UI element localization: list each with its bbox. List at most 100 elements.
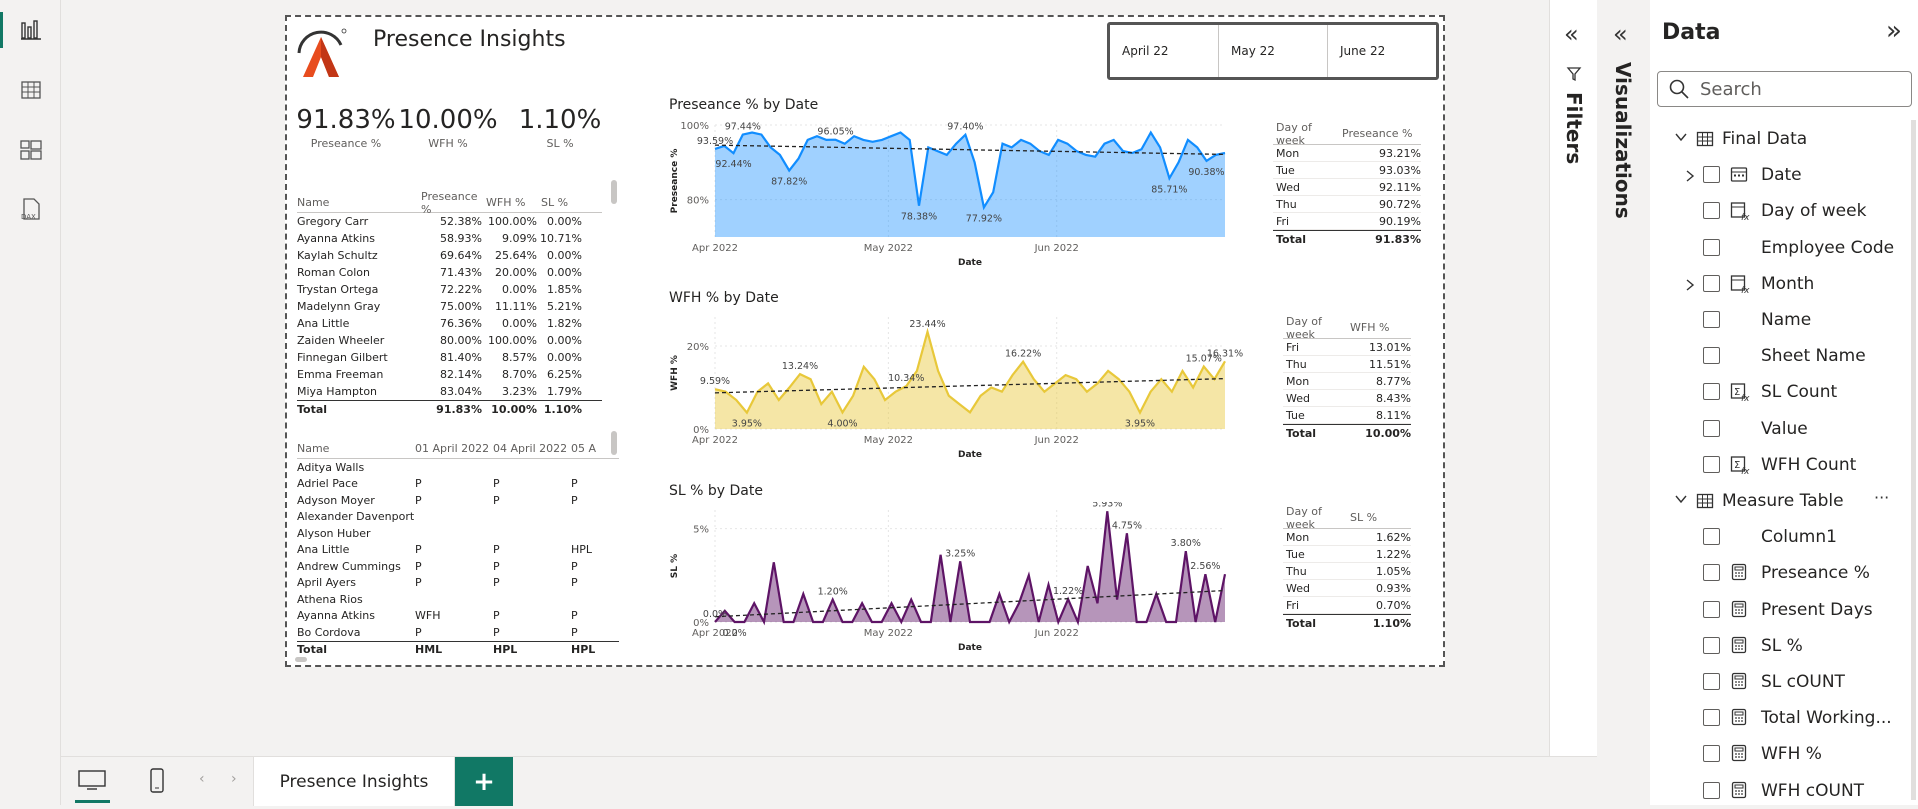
field-item[interactable]: SL %	[1650, 628, 1918, 664]
field-item[interactable]: fx Day of week	[1650, 193, 1918, 229]
table-row[interactable]: Kaylah Schultz 69.64% 25.64% 0.00%	[297, 247, 602, 264]
field-checkbox[interactable]	[1703, 564, 1720, 582]
field-checkbox[interactable]	[1703, 745, 1720, 763]
table-row[interactable]: Wed 8.43%	[1283, 390, 1411, 407]
collapse-chevron-icon[interactable]	[1674, 130, 1688, 148]
filters-collapse-icon[interactable]: «	[1564, 20, 1579, 48]
table-row[interactable]: Finnegan Gilbert 81.40% 8.57% 0.00%	[297, 349, 602, 366]
table-row[interactable]: Alyson Huber	[297, 525, 619, 542]
table-row[interactable]: Thu 90.72%	[1273, 196, 1421, 213]
table-row[interactable]: Aditya Walls	[297, 459, 619, 476]
dax-query-view-icon[interactable]: DAX	[0, 184, 61, 236]
table-row[interactable]: Fri 0.70%	[1283, 597, 1411, 614]
table-row[interactable]: Bo Cordova P P P	[297, 624, 619, 641]
field-checkbox[interactable]	[1703, 455, 1720, 473]
table1-scrollbar[interactable]	[611, 180, 617, 204]
model-view-icon[interactable]	[0, 124, 61, 176]
series-line[interactable]	[714, 511, 1227, 626]
table2-header-cell[interactable]: 05 A	[571, 442, 611, 455]
day-table-header-cell[interactable]: Day of week	[1273, 121, 1339, 147]
search-input[interactable]: Search	[1700, 79, 1762, 100]
table-row[interactable]: Athena Rios	[297, 591, 619, 608]
table1-header-cell[interactable]: Preseance %	[417, 190, 482, 216]
table-row[interactable]: Gregory Carr 52.38% 100.00% 0.00%	[297, 213, 602, 230]
table-row[interactable]: April Ayers P P P	[297, 575, 619, 592]
field-item[interactable]: fx Month	[1650, 266, 1918, 302]
field-checkbox[interactable]	[1703, 709, 1720, 727]
table-row[interactable]: Emma Freeman 82.14% 8.70% 6.25%	[297, 366, 602, 383]
table1-header-cell[interactable]: Name	[297, 196, 417, 209]
table-row[interactable]: Mon 1.62%	[1283, 529, 1411, 546]
visualizations-collapse-icon[interactable]: «	[1613, 20, 1628, 48]
table-row[interactable]: Tue 8.11%	[1283, 407, 1411, 424]
day-table-header-cell[interactable]: WFH %	[1347, 321, 1411, 334]
field-item[interactable]: Column1	[1650, 519, 1918, 555]
table-row[interactable]: Madelynn Gray 75.00% 11.11% 5.21%	[297, 298, 602, 315]
table-row[interactable]: Tue 93.03%	[1273, 162, 1421, 179]
field-checkbox[interactable]	[1703, 528, 1720, 546]
data-pane-expand-icon[interactable]: »	[1886, 16, 1902, 46]
table-row[interactable]: Mon 93.21%	[1273, 145, 1421, 162]
table-row[interactable]: Thu 11.51%	[1283, 356, 1411, 373]
field-checkbox[interactable]	[1703, 202, 1720, 220]
table-row[interactable]: Wed 92.11%	[1273, 179, 1421, 196]
table2-header-cell[interactable]: 04 April 2022	[493, 442, 571, 455]
table-row[interactable]: Mon 8.77%	[1283, 373, 1411, 390]
table-row[interactable]: Ayanna Atkins WFH P P	[297, 608, 619, 625]
table-row[interactable]: Tue 1.22%	[1283, 546, 1411, 563]
field-item[interactable]: WFH cOUNT	[1650, 773, 1918, 809]
data-pane-scrollbar[interactable]	[1911, 120, 1916, 800]
mobile-layout-icon[interactable]	[149, 767, 165, 799]
field-item[interactable]: Σfx WFH Count	[1650, 447, 1918, 483]
field-item[interactable]: Present Days	[1650, 592, 1918, 628]
measure-table-more-icon[interactable]: ···	[1874, 488, 1889, 507]
slicer-april[interactable]: April 22	[1110, 25, 1219, 77]
collapse-chevron-icon[interactable]	[1674, 492, 1688, 510]
add-page-button[interactable]: +	[455, 757, 513, 806]
field-checkbox[interactable]	[1703, 600, 1720, 618]
field-checkbox[interactable]	[1703, 166, 1720, 184]
visualizations-label[interactable]: Visualizations	[1611, 62, 1635, 219]
field-checkbox[interactable]	[1703, 419, 1720, 437]
field-item[interactable]: Employee Code	[1650, 230, 1918, 266]
report-view-icon[interactable]	[0, 4, 61, 56]
table2-header-cell[interactable]: 01 April 2022	[415, 442, 493, 455]
field-item[interactable]: Sheet Name	[1650, 338, 1918, 374]
field-item[interactable]: Date	[1650, 157, 1918, 193]
field-item[interactable]: Preseance %	[1650, 555, 1918, 591]
field-checkbox[interactable]	[1703, 781, 1720, 799]
page-tab-presence-insights[interactable]: Presence Insights	[253, 757, 455, 806]
table-row[interactable]: Adriel Pace P P P	[297, 476, 619, 493]
slicer-june[interactable]: June 22	[1328, 25, 1436, 77]
table-row[interactable]: Thu 1.05%	[1283, 563, 1411, 580]
table2-header-cell[interactable]: Name	[297, 442, 415, 455]
expand-chevron-icon[interactable]	[1684, 168, 1696, 188]
table-row[interactable]: Roman Colon 71.43% 20.00% 0.00%	[297, 264, 602, 281]
field-item[interactable]: Final Data	[1650, 121, 1918, 157]
field-item[interactable]: Total Working...	[1650, 700, 1918, 736]
table-row[interactable]: Fri 13.01%	[1283, 339, 1411, 356]
data-search-box[interactable]: Search	[1657, 71, 1912, 107]
field-checkbox[interactable]	[1703, 274, 1720, 292]
filters-label[interactable]: Filters	[1562, 92, 1586, 164]
table-row[interactable]: Alexander Davenport	[297, 509, 619, 526]
field-checkbox[interactable]	[1703, 311, 1720, 328]
next-page-icon[interactable]: ›	[231, 771, 237, 787]
table1-header-cell[interactable]: SL %	[537, 196, 582, 209]
day-table-header-cell[interactable]: Day of week	[1283, 505, 1347, 531]
table-row[interactable]: Andrew Cummings P P P	[297, 558, 619, 575]
expand-chevron-icon[interactable]	[1684, 277, 1696, 297]
table-view-icon[interactable]	[0, 64, 61, 116]
table-row[interactable]: Ana Little 76.36% 0.00% 1.82%	[297, 315, 602, 332]
table1-header-cell[interactable]: WFH %	[482, 196, 537, 209]
prev-page-icon[interactable]: ‹	[199, 771, 205, 787]
table-row[interactable]: Wed 0.93%	[1283, 580, 1411, 597]
table-row[interactable]: Miya Hampton 83.04% 3.23% 1.79%	[297, 383, 602, 400]
table-row[interactable]: Fri 90.19%	[1273, 213, 1421, 230]
field-checkbox[interactable]	[1703, 383, 1720, 401]
day-table-header-cell[interactable]: SL %	[1347, 511, 1411, 524]
day-table-header-cell[interactable]: Day of week	[1283, 315, 1347, 341]
field-checkbox[interactable]	[1703, 636, 1720, 654]
field-checkbox[interactable]	[1703, 238, 1720, 256]
field-checkbox[interactable]	[1703, 673, 1720, 690]
